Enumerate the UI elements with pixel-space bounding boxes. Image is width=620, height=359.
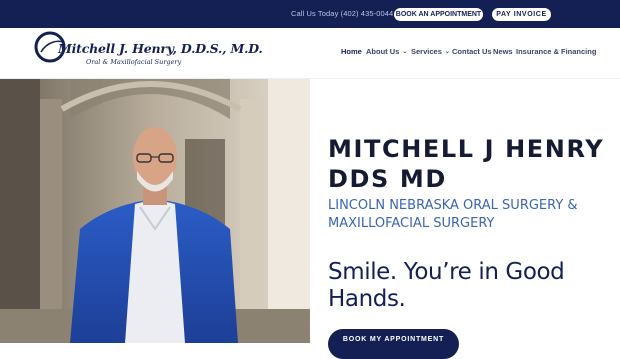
nav-about-us[interactable]: About Us ⌄ bbox=[366, 47, 407, 61]
nav-insurance-financing[interactable]: Insurance & Financing bbox=[516, 47, 596, 61]
nav-contact-us[interactable]: Contact Us bbox=[452, 47, 492, 61]
chevron-down-icon: ⌄ bbox=[444, 49, 450, 55]
nav-services-label: Services bbox=[411, 47, 442, 56]
nav-home[interactable]: Home bbox=[341, 47, 362, 61]
hero-tagline: Smile. You’re in Good Hands. bbox=[328, 259, 565, 313]
hero-section: MITCHELL J HENRY DDS MD LINCOLN NEBRASKA… bbox=[0, 79, 620, 359]
nav-about-us-label: About Us bbox=[366, 47, 400, 56]
logo-name: Mitchell J. Henry, D.D.S., M.D. bbox=[58, 41, 263, 56]
hero-title: MITCHELL J HENRY DDS MD bbox=[328, 134, 604, 194]
hero-tagline-line-1: Smile. You’re in Good bbox=[328, 259, 565, 285]
phone-link[interactable]: Call Us Today (402) 435-0044 bbox=[291, 9, 393, 18]
site-header: Mitchell J. Henry, D.D.S., M.D. Oral & M… bbox=[0, 28, 620, 79]
site-logo[interactable]: Mitchell J. Henry, D.D.S., M.D. Oral & M… bbox=[33, 30, 263, 74]
hero-subtitle-line-2: MAXILLOFACIAL SURGERY bbox=[328, 216, 495, 231]
chevron-down-icon: ⌄ bbox=[402, 49, 408, 55]
hero-subtitle: LINCOLN NEBRASKA ORAL SURGERY & MAXILLOF… bbox=[328, 197, 578, 233]
doctor-portrait-image bbox=[0, 79, 310, 343]
hero-title-line-1: MITCHELL J HENRY bbox=[328, 135, 605, 163]
top-bar: Call Us Today (402) 435-0044 BOOK AN APP… bbox=[0, 0, 620, 28]
book-appointment-button[interactable]: BOOK AN APPOINTMENT bbox=[394, 8, 483, 21]
logo-subtitle: Oral & Maxillofacial Surgery bbox=[86, 58, 182, 66]
hero-tagline-line-2: Hands. bbox=[328, 286, 406, 312]
nav-services[interactable]: Services ⌄ bbox=[411, 47, 450, 61]
book-my-appointment-button[interactable]: BOOK MY APPOINTMENT bbox=[328, 329, 459, 359]
doctor-photo bbox=[0, 79, 310, 343]
pay-invoice-button[interactable]: PAY INVOICE bbox=[492, 8, 551, 21]
nav-news[interactable]: News bbox=[493, 47, 513, 61]
hero-title-line-2: DDS MD bbox=[328, 165, 447, 193]
hero-subtitle-line-1: LINCOLN NEBRASKA ORAL SURGERY & bbox=[328, 198, 578, 213]
